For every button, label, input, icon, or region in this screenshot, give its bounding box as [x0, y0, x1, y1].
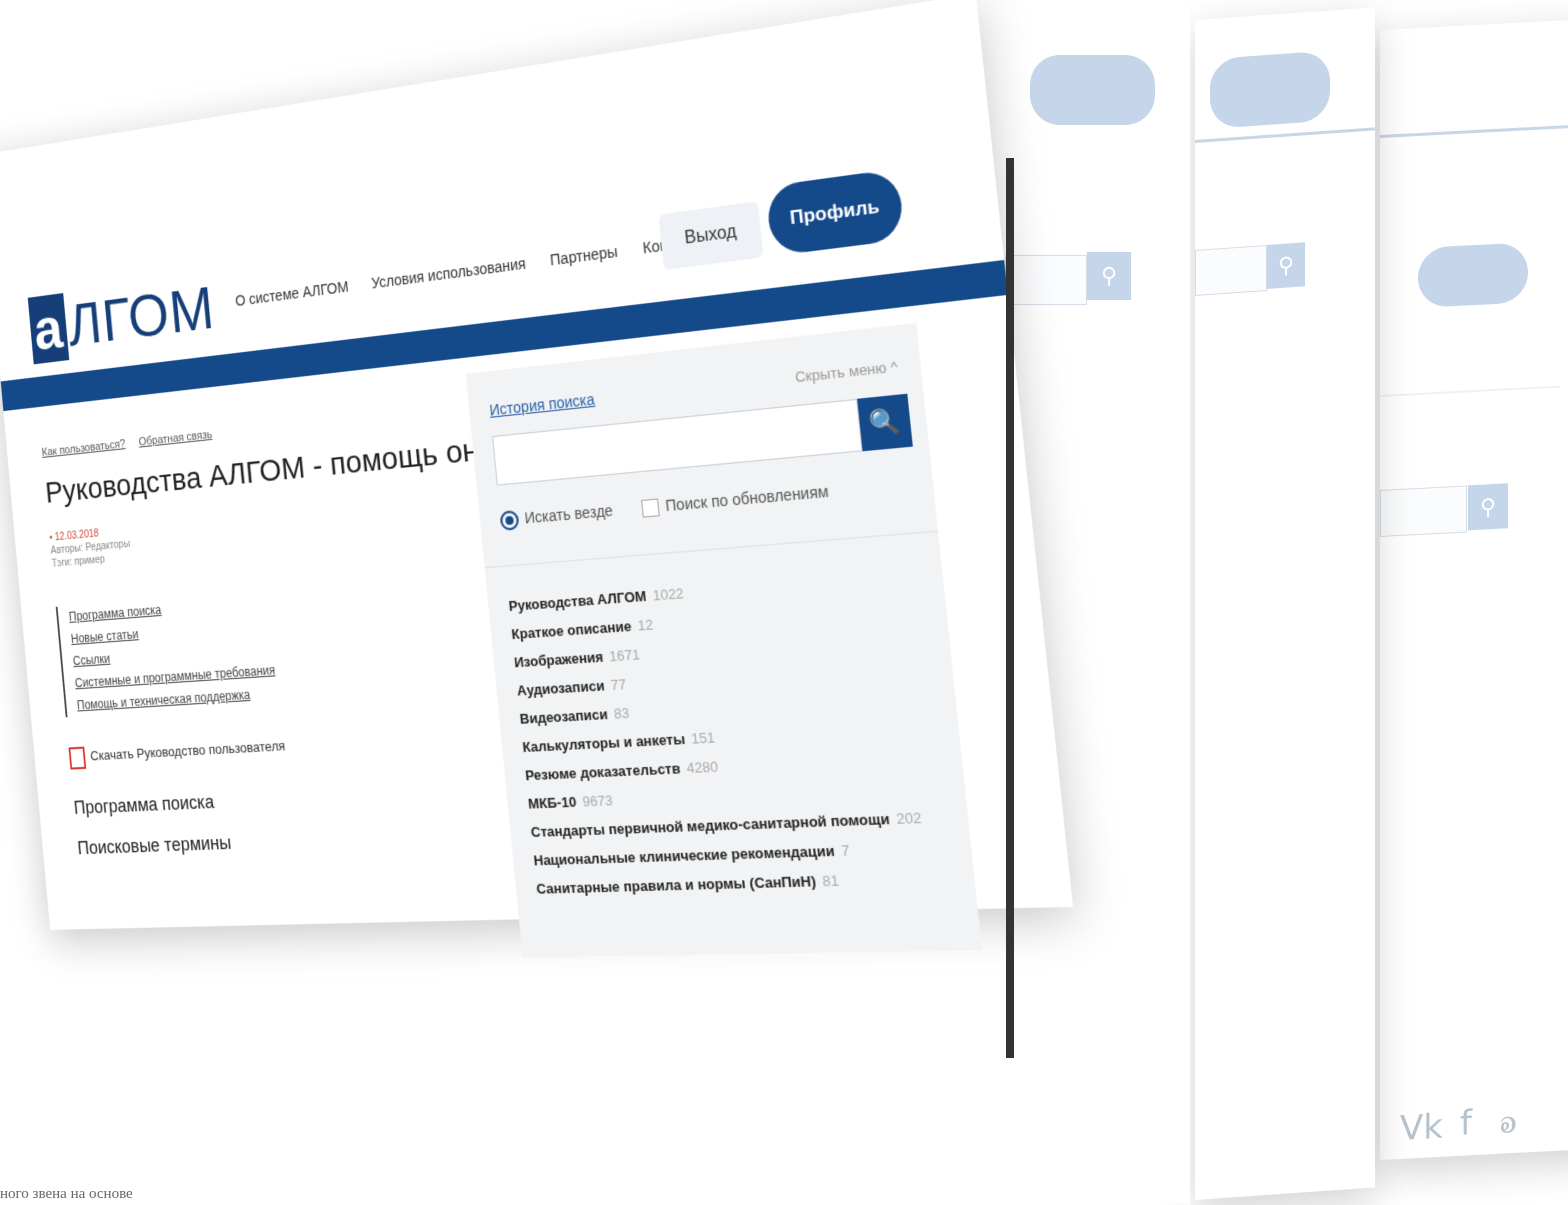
search-history-link[interactable]: История поиска — [489, 390, 596, 419]
article-meta: • 12.03.2018 Авторы: Редакторы Тэги: при… — [49, 524, 132, 570]
search-button-ghost: ⚲ — [1468, 483, 1508, 531]
caption-text: ного звена на основе — [0, 1186, 133, 1202]
nav-item-about[interactable]: О системе АЛГОМ — [235, 278, 350, 309]
search-input-ghost — [1195, 244, 1267, 296]
search-updates-checkbox[interactable] — [641, 498, 661, 518]
top-nav: О системе АЛГОМ Условия использования Па… — [235, 228, 730, 309]
pdf-icon — [68, 746, 87, 770]
table-of-contents: Программа поиска Новые статьи Ссылки Сис… — [55, 589, 279, 718]
nav-item-partners[interactable]: Партнеры — [549, 243, 618, 269]
section-heading-search-program: Программа поиска — [73, 791, 215, 818]
profile-button-ghost — [1030, 55, 1155, 125]
facebook-icon: f — [1460, 1103, 1472, 1144]
background-page-3: ⚲ Vk f ꭷ — [1380, 13, 1568, 1161]
search-icon: 🔍 — [867, 406, 902, 438]
download-label: Скачать Руководство пользователя — [89, 738, 286, 764]
breadcrumb-feedback[interactable]: Обратная связь — [138, 429, 212, 449]
exit-button[interactable]: Выход — [658, 201, 764, 270]
divider — [484, 530, 939, 569]
search-everywhere-radio[interactable] — [499, 510, 520, 532]
main-page: аЛГОМ О системе АЛГОМ Условия использова… — [0, 0, 1074, 958]
search-button-ghost: ⚲ — [1267, 242, 1305, 289]
logo-text: ЛГОМ — [65, 274, 218, 359]
profile-button[interactable]: Профиль — [765, 168, 906, 257]
breadcrumb-how-to[interactable]: Как пользоваться? — [41, 438, 126, 459]
vk-icon: Vk — [1400, 1106, 1443, 1149]
header-divider — [1380, 13, 1568, 139]
download-manual-link[interactable]: Скачать Руководство пользователя — [68, 736, 286, 770]
category-list: Руководства АЛГОМ 1022 Краткое описание 12… — [507, 560, 964, 903]
search-updates-label: Поиск по обновлениям — [664, 482, 830, 515]
algom-logo[interactable]: аЛГОМ — [27, 273, 218, 365]
page-scene: ⚲ Vk f ꭷ ⚲ аЛГОМ ⚲ аЛГОМ О системе АЛГОМ… — [0, 0, 1568, 1205]
breadcrumb: Как пользоваться? Обратная связь — [41, 427, 223, 459]
page-edge-shadow — [1006, 158, 1014, 1058]
search-button-ghost: ⚲ — [1087, 252, 1131, 300]
search-input-ghost — [1380, 485, 1467, 537]
search-scope-options: Искать везде Поиск по обновлениям — [499, 482, 830, 532]
search-everywhere-label: Искать везде — [523, 501, 614, 527]
search-input-ghost — [1005, 255, 1087, 305]
profile-button-ghost — [1210, 50, 1330, 129]
search-panel: История поиска Скрыть меню ^ 🔍 Искать ве… — [465, 322, 983, 958]
hide-menu-toggle[interactable]: Скрыть меню ^ — [794, 358, 898, 386]
nav-item-terms[interactable]: Условия использования — [371, 255, 527, 292]
profile-button-ghost — [1418, 242, 1528, 309]
background-page-2: ⚲ — [1195, 7, 1375, 1200]
odnoklassniki-icon: ꭷ — [1500, 1100, 1517, 1142]
logo-mark: а — [27, 293, 70, 365]
divider — [1380, 385, 1560, 397]
section-heading-search-terms: Поисковые термины — [76, 832, 233, 859]
search-button[interactable]: 🔍 — [857, 393, 913, 452]
